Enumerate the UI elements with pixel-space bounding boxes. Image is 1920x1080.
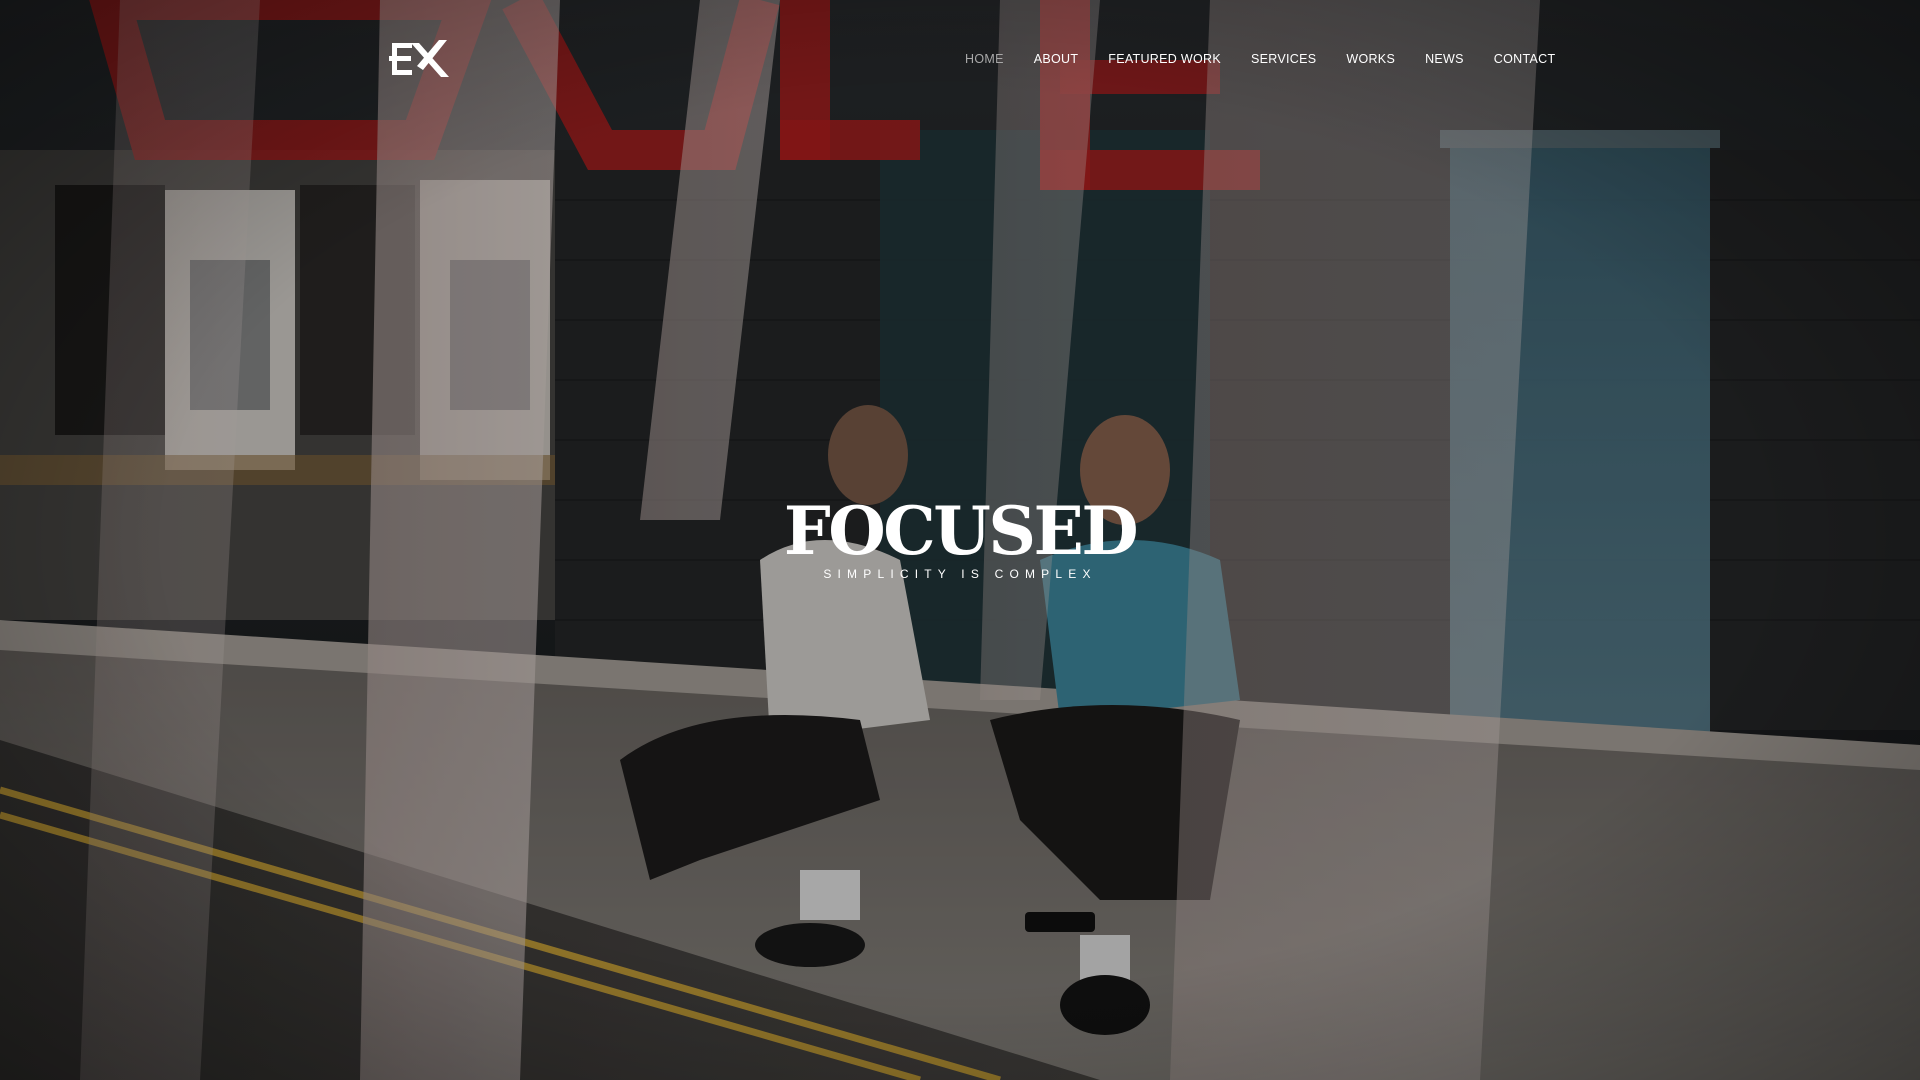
hero-text: FOCUSED SIMPLICITY IS COMPLEX <box>0 492 1920 582</box>
ex-logo-icon[interactable] <box>389 40 451 80</box>
nav-link-about[interactable]: ABOUT <box>1019 50 1094 68</box>
nav-item-featured-work: FEATURED WORK <box>1093 50 1236 68</box>
nav-item-news: NEWS <box>1410 50 1479 68</box>
nav-link-works[interactable]: WORKS <box>1331 50 1410 68</box>
nav-link-services[interactable]: SERVICES <box>1236 50 1331 68</box>
top-navigation: HOME ABOUT FEATURED WORK SERVICES WORKS … <box>0 0 1920 118</box>
nav-item-works: WORKS <box>1331 50 1410 68</box>
hero-tagline: SIMPLICITY IS COMPLEX <box>823 567 1097 581</box>
nav-link-home[interactable]: HOME <box>950 50 1019 68</box>
nav-item-contact: CONTACT <box>1479 50 1571 68</box>
nav-link-contact[interactable]: CONTACT <box>1479 50 1571 68</box>
nav-link-featured-work[interactable]: FEATURED WORK <box>1093 50 1236 68</box>
hero-headline: FOCUSED <box>783 492 1139 570</box>
hero-section: HOME ABOUT FEATURED WORK SERVICES WORKS … <box>0 0 1920 1080</box>
nav-link-news[interactable]: NEWS <box>1410 50 1479 68</box>
main-menu-list: HOME ABOUT FEATURED WORK SERVICES WORKS … <box>950 50 1570 68</box>
nav-item-about: ABOUT <box>1019 50 1094 68</box>
nav-item-services: SERVICES <box>1236 50 1331 68</box>
nav-item-home: HOME <box>950 50 1019 68</box>
